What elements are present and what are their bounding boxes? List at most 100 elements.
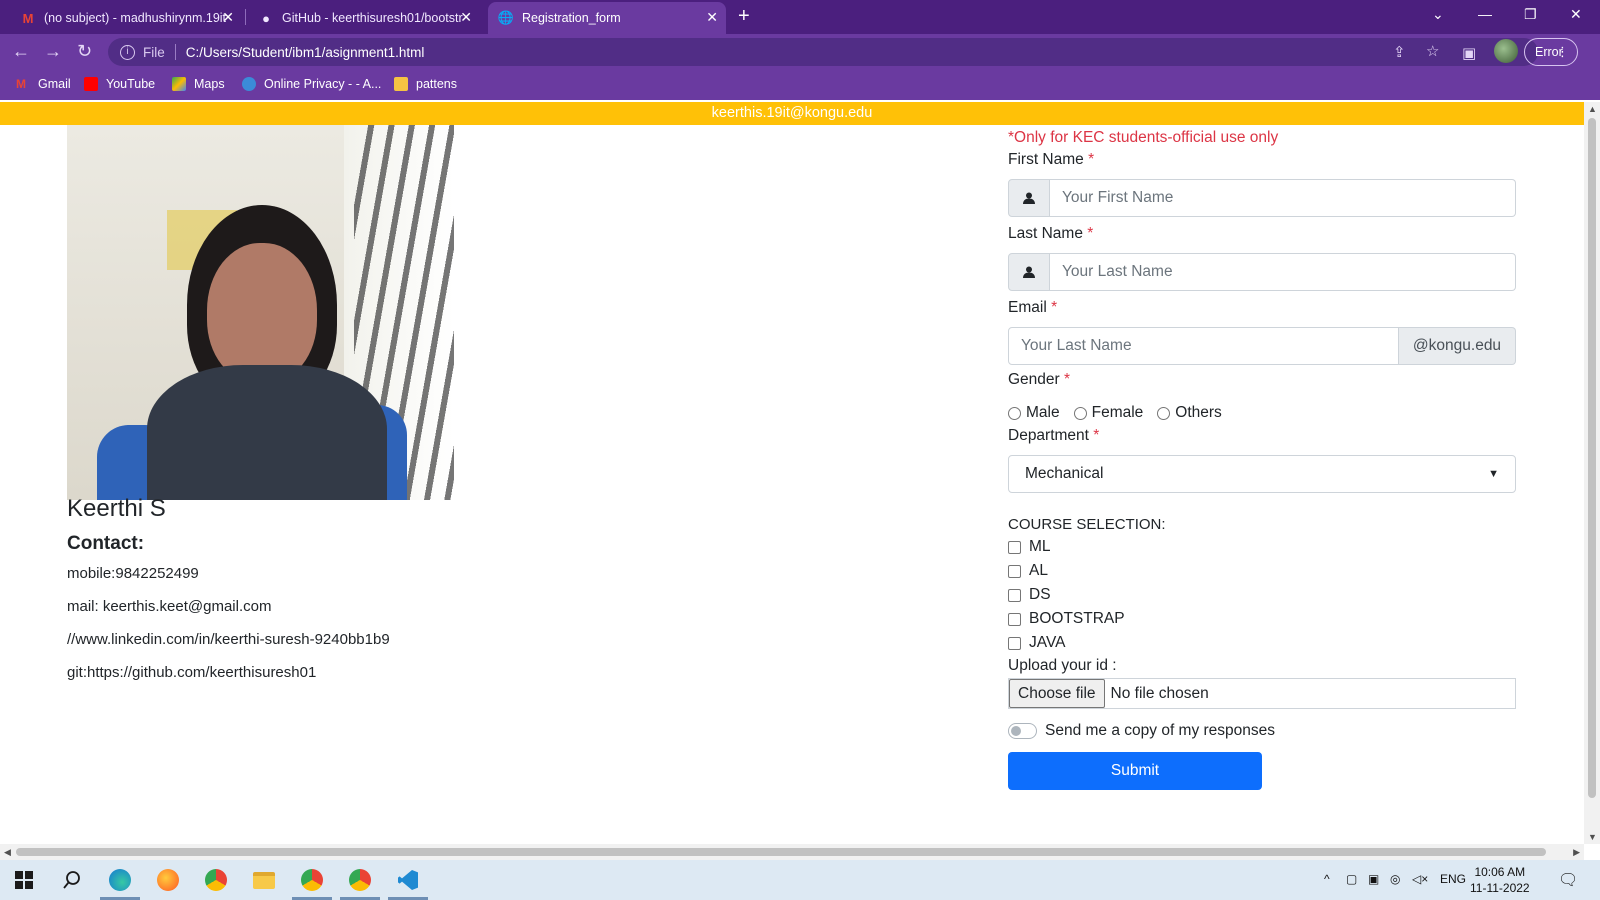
course-ml[interactable]: ML	[1008, 537, 1516, 557]
checkbox[interactable]	[1008, 612, 1021, 626]
meet-icon[interactable]: ▢	[1346, 872, 1357, 886]
volume-muted-icon[interactable]: ◁×	[1412, 872, 1428, 886]
copy-responses-toggle[interactable]	[1008, 723, 1037, 739]
scroll-down-arrow-icon[interactable]: ▼	[1588, 832, 1597, 842]
choose-file-button[interactable]: Choose file	[1009, 679, 1105, 708]
close-icon[interactable]: ✕	[460, 9, 472, 26]
input-language[interactable]: ENG	[1440, 872, 1466, 886]
gender-option-female[interactable]: Female	[1073, 404, 1143, 422]
windows-start-icon[interactable]	[12, 868, 36, 892]
tab-title: GitHub - keerthisuresh01/bootstr	[282, 11, 463, 25]
bookmark-youtube[interactable]: YouTube	[84, 77, 155, 91]
department-select[interactable]: Mechanical ▼	[1008, 455, 1516, 493]
radio-button[interactable]	[1157, 406, 1171, 420]
profile-avatar[interactable]	[1494, 39, 1518, 63]
submit-button[interactable]: Submit	[1008, 752, 1262, 790]
course-java[interactable]: JAVA	[1008, 633, 1516, 653]
close-icon[interactable]: ✕	[706, 9, 718, 26]
bookmark-gmail[interactable]: M Gmail	[16, 77, 71, 91]
address-url[interactable]: C:/Users/Student/ibm1/asignment1.html	[186, 45, 425, 60]
vertical-scroll-thumb[interactable]	[1588, 118, 1596, 798]
file-explorer-icon[interactable]	[252, 868, 276, 892]
file-upload-input[interactable]: Choose file No file chosen	[1008, 678, 1516, 709]
checkbox[interactable]	[1008, 540, 1021, 554]
course-bootstrap[interactable]: BOOTSTRAP	[1008, 609, 1516, 629]
chrome-icon[interactable]	[204, 868, 228, 892]
checkbox[interactable]	[1008, 564, 1021, 578]
restore-button[interactable]: ❐	[1524, 6, 1537, 23]
gmail-icon: M	[22, 10, 34, 26]
tab-registration-form[interactable]: 🌐 Registration_form ✕	[488, 2, 726, 34]
edge-icon[interactable]	[108, 868, 132, 892]
copy-responses-row: Send me a copy of my responses	[1008, 721, 1516, 741]
course-al[interactable]: AL	[1008, 561, 1516, 581]
required-mark: *	[1087, 225, 1094, 242]
required-mark: *	[1088, 151, 1095, 168]
profile-error-button[interactable]: Error ⋮	[1524, 38, 1578, 66]
horizontal-scroll-thumb[interactable]	[16, 848, 1546, 856]
chevron-up-icon[interactable]: ^	[1324, 872, 1330, 886]
first-name-input[interactable]	[1050, 179, 1516, 217]
email-input[interactable]	[1008, 327, 1399, 365]
vscode-icon[interactable]	[396, 868, 420, 892]
bookmark-online-privacy[interactable]: Online Privacy - - A...	[242, 77, 381, 91]
chrome-profile-icon[interactable]	[300, 868, 324, 892]
tab-gmail[interactable]: M (no subject) - madhushirynm.19it ✕	[10, 2, 242, 34]
gender-radio-group: Male Female Others	[1008, 403, 1516, 423]
gender-option-male[interactable]: Male	[1008, 404, 1060, 422]
toolbar: ← → ↻ i File C:/Users/Student/ibm1/asign…	[0, 34, 1600, 70]
address-bar[interactable]: i File C:/Users/Student/ibm1/asignment1.…	[108, 38, 1538, 66]
checkbox[interactable]	[1008, 588, 1021, 602]
email-label-text: Email	[1008, 299, 1047, 316]
department-label-text: Department	[1008, 427, 1089, 444]
horizontal-scrollbar[interactable]: ◀ ▶	[0, 844, 1584, 860]
bookmark-label: Online Privacy - - A...	[264, 77, 382, 91]
scroll-right-arrow-icon[interactable]: ▶	[1573, 847, 1580, 858]
radio-button[interactable]	[1008, 406, 1021, 420]
search-icon[interactable]	[60, 868, 84, 892]
gender-option-others[interactable]: Others	[1157, 404, 1222, 422]
minimize-button[interactable]: —	[1478, 6, 1492, 22]
tab-search-chevron-icon[interactable]: ⌄	[1432, 6, 1444, 23]
address-separator	[174, 44, 176, 60]
notification-icon[interactable]: 🗨	[1558, 870, 1578, 890]
side-panel-icon[interactable]: ▣	[1462, 44, 1476, 62]
scroll-up-arrow-icon[interactable]: ▲	[1588, 104, 1597, 114]
back-arrow-icon[interactable]: ←	[12, 41, 30, 62]
radio-label: Others	[1175, 404, 1222, 421]
menu-dots-icon[interactable]: ⋮	[1556, 39, 1569, 65]
last-name-input[interactable]	[1050, 253, 1516, 291]
vertical-scrollbar[interactable]: ▲ ▼	[1584, 102, 1600, 844]
forward-arrow-icon[interactable]: →	[44, 41, 62, 62]
course-ds[interactable]: DS	[1008, 585, 1516, 605]
page-viewport: keerthis.19it@kongu.edu Keerthi S Contac…	[0, 102, 1584, 844]
close-icon[interactable]: ✕	[222, 9, 234, 26]
checkbox[interactable]	[1008, 636, 1021, 650]
tab-github[interactable]: ● GitHub - keerthisuresh01/bootstr ✕	[248, 2, 480, 34]
info-icon[interactable]: i	[120, 44, 135, 60]
bookmark-maps[interactable]: Maps	[172, 77, 225, 91]
clock-date: 11-11-2022	[1470, 881, 1530, 895]
tab-strip: M (no subject) - madhushirynm.19it ✕ ● G…	[0, 0, 1600, 34]
header-email-bar: keerthis.19it@kongu.edu	[0, 102, 1584, 125]
radio-button[interactable]	[1073, 406, 1087, 420]
firefox-icon[interactable]	[156, 868, 180, 892]
close-window-button[interactable]: ✕	[1570, 6, 1582, 23]
system-clock[interactable]: 10:06 AM 11-11-2022	[1470, 864, 1530, 896]
reload-icon[interactable]: ↻	[77, 41, 92, 62]
display-icon[interactable]: ▣	[1368, 872, 1379, 886]
chevron-down-icon: ▼	[1488, 468, 1499, 480]
checkbox-label: AL	[1029, 562, 1048, 579]
network-icon[interactable]: ◎	[1390, 872, 1400, 886]
scroll-left-arrow-icon[interactable]: ◀	[4, 847, 11, 858]
share-icon[interactable]: ⇪	[1393, 43, 1406, 61]
last-name-label-text: Last Name	[1008, 225, 1083, 242]
github-icon: ●	[262, 10, 270, 26]
new-tab-button[interactable]: +	[738, 5, 750, 28]
official-use-note: *Only for KEC students-official use only	[1008, 129, 1279, 146]
upload-id-label: Upload your id :	[1008, 657, 1117, 674]
bookmark-star-icon[interactable]: ☆	[1426, 42, 1439, 60]
first-name-group	[1008, 179, 1516, 217]
chrome-profile-icon[interactable]	[348, 868, 372, 892]
bookmark-pattens[interactable]: pattens	[394, 77, 457, 91]
